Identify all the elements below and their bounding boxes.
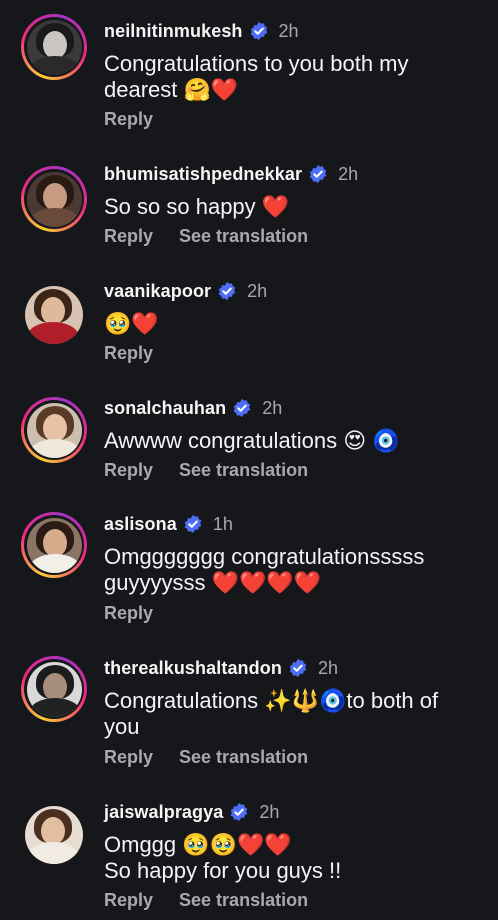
avatar[interactable] [21,14,87,80]
comment-username[interactable]: neilnitinmukesh [104,21,243,42]
comment-time: 2h [259,801,280,822]
verified-badge-icon [289,658,307,678]
comment-username[interactable]: sonalchauhan [104,398,226,419]
reply-button[interactable]: Reply [104,460,153,481]
avatar[interactable] [21,512,87,578]
comment-username[interactable]: jaiswalpragya [104,802,223,823]
avatar[interactable] [21,802,87,868]
comment-text: So so so happy ❤️ [104,194,290,219]
comment-time: 2h [338,163,359,184]
comment-text: Awwww congratulations 😍 🧿 [104,428,400,453]
verified-badge-icon [218,281,236,301]
comment-text: 🥹❤️ [104,311,159,336]
verified-badge-icon [309,164,327,184]
comment-time: 1h [212,513,233,534]
comment-username[interactable]: therealkushaltandon [104,658,282,679]
comment-username[interactable]: vaanikapoor [104,281,211,302]
see-translation-button[interactable]: See translation [179,460,308,481]
comment-text: Congratulations ✨🔱🧿to both of you [104,688,439,739]
verified-badge-icon [250,21,267,41]
reply-button[interactable]: Reply [104,343,153,364]
comment-text: Congratulations to you both my dearest 🤗… [104,51,409,102]
comment-time: 2h [262,397,283,418]
reply-button[interactable]: Reply [104,109,153,130]
comment-text: Omggg 🥹🥹❤️❤️ So happy for you guys !! [104,832,342,883]
comment-time: 2h [247,280,268,301]
see-translation-button[interactable]: See translation [179,226,308,247]
avatar[interactable] [21,656,87,722]
verified-badge-icon [184,514,202,534]
comment-username[interactable]: aslisona [104,514,177,535]
comment-time: 2h [317,657,338,678]
see-translation-button[interactable]: See translation [179,747,308,768]
reply-button[interactable]: Reply [104,603,153,624]
avatar[interactable] [21,282,87,348]
verified-badge-icon [231,802,248,822]
reply-button[interactable]: Reply [104,747,153,768]
avatar[interactable] [21,166,87,232]
comment-time: 2h [278,20,299,41]
comment-username[interactable]: bhumisatishpednekkar [104,164,302,185]
verified-badge-icon [233,398,251,418]
reply-button[interactable]: Reply [104,890,153,911]
avatar[interactable] [21,397,87,463]
see-translation-button[interactable]: See translation [179,890,308,911]
reply-button[interactable]: Reply [104,226,153,247]
comment-text: Omggggggg congratulationsssss guyyyysss … [104,544,425,595]
